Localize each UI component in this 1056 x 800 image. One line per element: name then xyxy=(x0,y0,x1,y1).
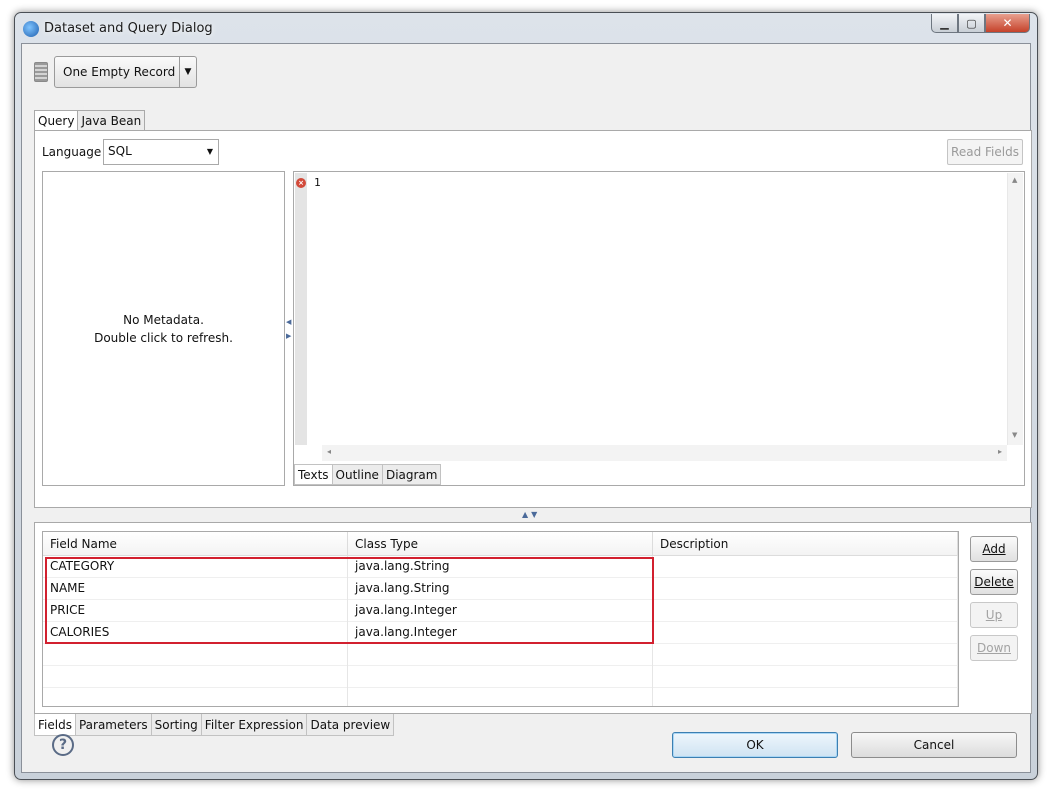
app-icon xyxy=(23,21,39,37)
column-header-class-type[interactable]: Class Type xyxy=(348,532,653,556)
table-row[interactable]: CALORIES java.lang.Integer xyxy=(43,622,958,644)
empty-cell xyxy=(348,644,653,666)
window-controls: ▁ ▢ ✕ xyxy=(931,14,1030,33)
empty-table-row xyxy=(43,666,958,688)
description-cell xyxy=(653,622,958,644)
column-header-description[interactable]: Description xyxy=(653,532,958,556)
error-marker-icon[interactable]: × xyxy=(296,178,306,188)
tab-parameters[interactable]: Parameters xyxy=(74,714,152,736)
minimize-button[interactable]: ▁ xyxy=(931,14,958,33)
tab-data-preview[interactable]: Data preview xyxy=(306,714,395,736)
close-button[interactable]: ✕ xyxy=(985,14,1030,33)
bottom-tabbar: Fields Parameters Sorting Filter Express… xyxy=(34,714,395,736)
query-pane: Language SQL ▼ Read Fields No Metadata. … xyxy=(34,130,1032,508)
field-name-cell: CALORIES xyxy=(43,622,348,644)
empty-table-row xyxy=(43,644,958,666)
class-type-cell: java.lang.Integer xyxy=(348,622,653,644)
description-cell xyxy=(653,600,958,622)
move-down-button[interactable]: Down xyxy=(970,635,1018,661)
empty-cell xyxy=(653,666,958,688)
data-source-icon xyxy=(34,62,48,82)
cancel-button[interactable]: Cancel xyxy=(851,732,1017,758)
table-row[interactable]: NAME java.lang.String xyxy=(43,578,958,600)
tab-fields[interactable]: Fields xyxy=(34,714,76,736)
field-name-cell: CATEGORY xyxy=(43,556,348,578)
line-number: 1 xyxy=(314,176,321,189)
ok-button[interactable]: OK xyxy=(672,732,838,758)
data-source-button[interactable]: One Empty Record xyxy=(54,56,180,88)
move-up-button[interactable]: Up xyxy=(970,602,1018,628)
sash-collapse-icon[interactable]: ◀ ▶ xyxy=(286,315,291,343)
class-type-cell: java.lang.String xyxy=(348,556,653,578)
empty-cell xyxy=(348,666,653,688)
read-fields-button[interactable]: Read Fields xyxy=(947,139,1023,165)
metadata-message-line2: Double click to refresh. xyxy=(94,330,233,345)
empty-cell xyxy=(43,666,348,688)
class-type-cell: java.lang.Integer xyxy=(348,600,653,622)
window-title: Dataset and Query Dialog xyxy=(44,21,213,36)
data-source-split-button: One Empty Record ▼ xyxy=(54,56,197,88)
column-header-field-name[interactable]: Field Name xyxy=(43,532,348,556)
query-tabbar: Query Java Bean xyxy=(34,110,146,131)
delete-field-button[interactable]: Delete xyxy=(970,569,1018,595)
scroll-right-icon[interactable]: ▸ xyxy=(998,447,1002,456)
chevron-down-icon: ▼ xyxy=(206,147,213,156)
tab-sorting[interactable]: Sorting xyxy=(150,714,202,736)
metadata-tree[interactable]: No Metadata. Double click to refresh. xyxy=(42,171,285,486)
fields-table[interactable]: Field Name Class Type Description CATEGO… xyxy=(42,531,959,707)
maximize-button[interactable]: ▢ xyxy=(958,14,985,33)
tab-diagram[interactable]: Diagram xyxy=(381,464,442,485)
dialog-window: Dataset and Query Dialog ▁ ▢ ✕ One Empty… xyxy=(14,12,1038,780)
scroll-down-icon[interactable]: ▼ xyxy=(1012,431,1017,439)
sql-editor[interactable]: × 1 ▲ ▼ ◂ ▸ Texts Outline Diagram xyxy=(293,171,1025,486)
tab-outline[interactable]: Outline xyxy=(331,464,383,485)
language-label: Language xyxy=(42,145,102,159)
editor-tabbar: Texts Outline Diagram xyxy=(294,464,442,485)
sash-toggle-icon[interactable]: ▲▼ xyxy=(522,510,540,519)
class-type-cell: java.lang.String xyxy=(348,578,653,600)
field-name-cell: NAME xyxy=(43,578,348,600)
empty-table-row xyxy=(43,688,958,706)
add-field-button[interactable]: Add xyxy=(970,536,1018,562)
table-header: Field Name Class Type Description xyxy=(43,532,958,556)
tab-filter-expression[interactable]: Filter Expression xyxy=(200,714,308,736)
empty-cell xyxy=(653,688,958,706)
table-row[interactable]: PRICE java.lang.Integer xyxy=(43,600,958,622)
title-bar[interactable]: Dataset and Query Dialog ▁ ▢ ✕ xyxy=(15,13,1037,43)
field-name-cell: PRICE xyxy=(43,600,348,622)
metadata-message-line1: No Metadata. xyxy=(123,312,204,327)
data-source-dropdown-arrow[interactable]: ▼ xyxy=(180,56,197,88)
tab-java-bean[interactable]: Java Bean xyxy=(77,110,146,130)
dialog-body: One Empty Record ▼ Query Java Bean Langu… xyxy=(21,43,1032,773)
scroll-up-icon[interactable]: ▲ xyxy=(1012,176,1017,184)
description-cell xyxy=(653,578,958,600)
fields-pane: Field Name Class Type Description CATEGO… xyxy=(34,522,1032,714)
help-icon[interactable]: ? xyxy=(52,734,74,756)
language-value: SQL xyxy=(108,144,132,158)
empty-cell xyxy=(43,644,348,666)
editor-vertical-scrollbar[interactable]: ▲ ▼ xyxy=(1007,173,1023,445)
tab-query[interactable]: Query xyxy=(34,110,79,131)
editor-ruler: × xyxy=(295,173,307,445)
language-select[interactable]: SQL ▼ xyxy=(103,139,219,165)
scroll-left-icon[interactable]: ◂ xyxy=(327,447,331,456)
empty-cell xyxy=(653,644,958,666)
table-row[interactable]: CATEGORY java.lang.String xyxy=(43,556,958,578)
description-cell xyxy=(653,556,958,578)
tab-texts[interactable]: Texts xyxy=(294,464,333,485)
empty-cell xyxy=(43,688,348,706)
editor-horizontal-scrollbar[interactable]: ◂ ▸ xyxy=(322,445,1007,461)
empty-cell xyxy=(348,688,653,706)
